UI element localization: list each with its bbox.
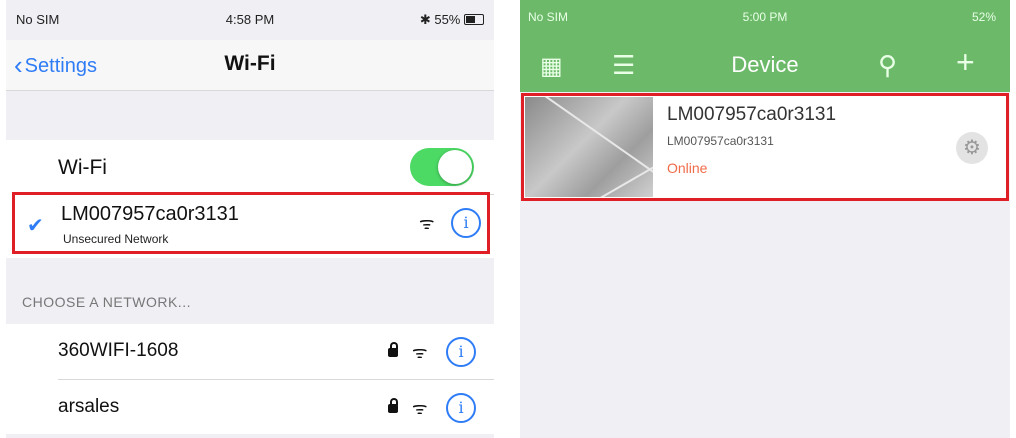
wifi-settings-screen: No SIM 4:58 PM ✱ 55% ‹ Settings Wi-Fi Wi-… [6, 0, 494, 438]
search-icon[interactable]: ⚲ [878, 50, 897, 81]
battery-percent: 52% [971, 10, 996, 24]
checkmark-icon: ✔ [27, 215, 44, 237]
network-row[interactable]: arsales ᯤ i [6, 380, 494, 434]
battery-icon [464, 14, 484, 25]
wifi-signal-icon: ᯤ [412, 343, 428, 362]
wifi-signal-icon: ᯤ [412, 399, 428, 418]
wifi-toggle-label: Wi-Fi [58, 156, 107, 179]
wifi-toggle[interactable] [410, 148, 474, 186]
toggle-knob [438, 150, 472, 184]
network-row[interactable]: 360WIFI-1608 ᯤ i [6, 324, 494, 379]
add-icon[interactable]: + [956, 44, 975, 81]
info-icon[interactable]: i [446, 393, 476, 423]
network-list: 360WIFI-1608 ᯤ i arsales ᯤ i [6, 324, 494, 434]
battery-status: ✱ 55% [420, 12, 484, 28]
device-highlight [521, 93, 1009, 201]
device-app-screen: No SIM 5:00 PM 52% ▦ ☰ Device ⚲ + LM0079… [520, 0, 1010, 438]
info-icon[interactable]: i [446, 337, 476, 367]
page-title: Wi-Fi [224, 52, 276, 75]
connected-subtitle: Unsecured Network [63, 232, 169, 246]
section-header: CHOOSE A NETWORK... [22, 294, 191, 310]
network-ssid: 360WIFI-1608 [58, 340, 179, 361]
info-icon[interactable]: i [451, 208, 481, 238]
time-label: 5:00 PM [742, 10, 788, 24]
network-ssid: arsales [58, 396, 120, 417]
wifi-signal-icon: ᯤ [419, 214, 435, 233]
status-bar: No SIM 4:58 PM ✱ 55% [6, 0, 494, 40]
page-title: Device [731, 52, 799, 77]
battery-percent: 55% [434, 12, 461, 27]
lock-icon [388, 342, 398, 357]
lock-icon [388, 398, 398, 413]
connected-ssid: LM007957ca0r3131 [61, 203, 239, 225]
nav-bar: ‹ Settings Wi-Fi [6, 40, 494, 91]
app-header: No SIM 5:00 PM 52% ▦ ☰ Device ⚲ + [520, 0, 1010, 92]
connected-network-row[interactable]: ✔ LM007957ca0r3131 Unsecured Network ᯤ i [12, 192, 490, 254]
bluetooth-icon: ✱ [419, 12, 431, 27]
